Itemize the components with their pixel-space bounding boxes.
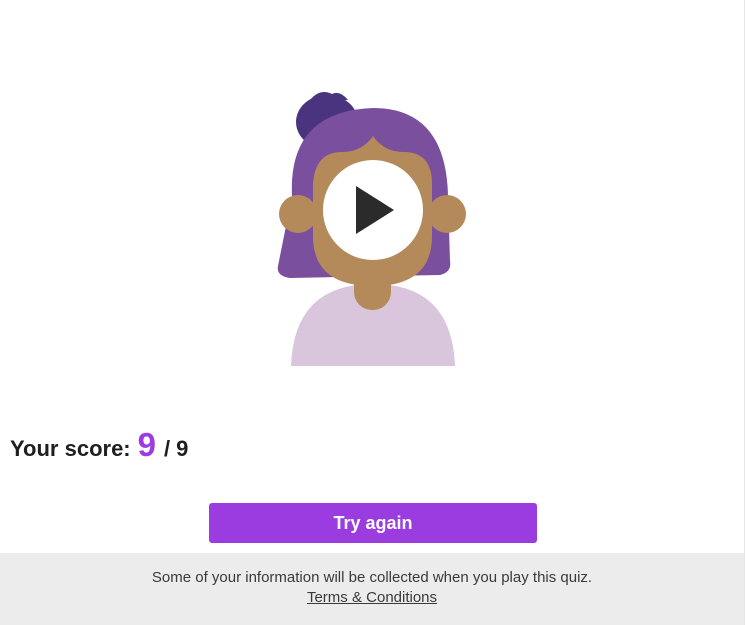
score-line: Your score: 9 / 9 bbox=[10, 426, 188, 466]
privacy-footer: Some of your information will be collect… bbox=[0, 553, 744, 625]
score-separator: / bbox=[163, 436, 171, 461]
video-player[interactable] bbox=[270, 86, 475, 368]
play-icon bbox=[356, 186, 394, 234]
privacy-notice: Some of your information will be collect… bbox=[151, 569, 593, 586]
terms-link[interactable]: Terms & Conditions bbox=[307, 589, 437, 606]
score-value: 9 bbox=[137, 426, 156, 463]
score-label: Your score: bbox=[10, 436, 131, 461]
try-again-button[interactable]: Try again bbox=[209, 503, 537, 543]
score-total: 9 bbox=[176, 436, 189, 461]
quiz-result-page: Your score: 9 / 9 Try again Some of your… bbox=[0, 0, 745, 625]
play-button[interactable] bbox=[323, 160, 423, 260]
